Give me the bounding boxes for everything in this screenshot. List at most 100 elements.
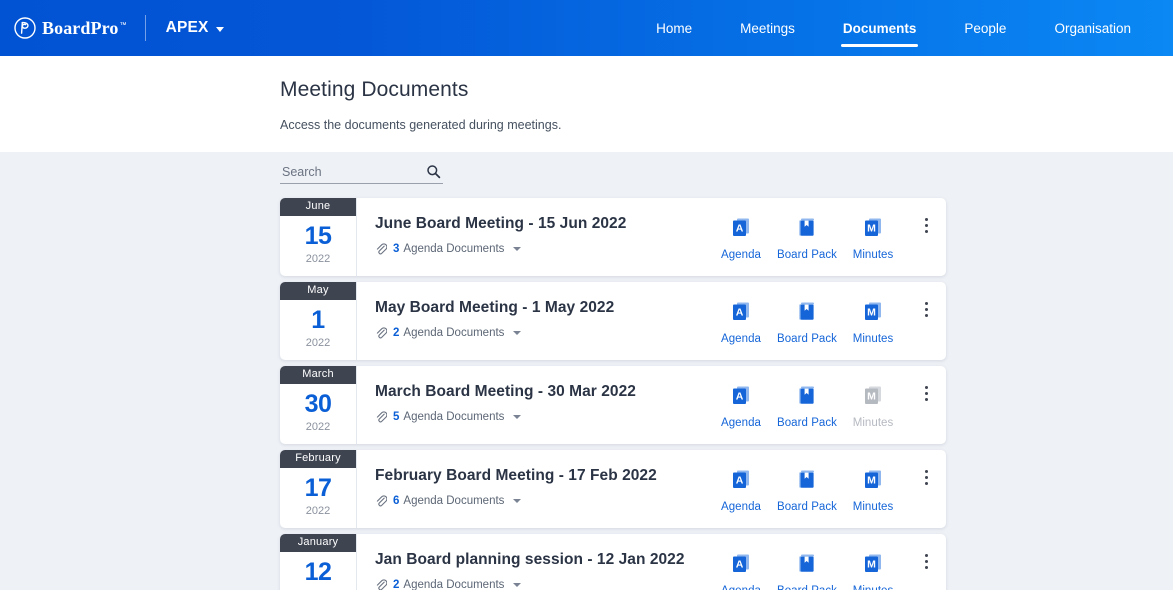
board-pack-document[interactable]: Board Pack <box>774 384 840 429</box>
agenda-documents-toggle[interactable]: 2 Agenda Documents <box>375 579 708 590</box>
meeting-date-badge: March 30 2022 <box>280 366 357 444</box>
more-options-button[interactable] <box>906 384 946 404</box>
minutes-document-label: Minutes <box>852 333 894 345</box>
agenda-documents-toggle[interactable]: 3 Agenda Documents <box>375 243 708 255</box>
agenda-documents-toggle[interactable]: 6 Agenda Documents <box>375 495 708 507</box>
agenda-document[interactable]: A Agenda <box>708 216 774 261</box>
meeting-info: May Board Meeting - 1 May 2022 2 Agenda Do… <box>357 282 708 360</box>
nav-links: Home Meetings Documents People Organisat… <box>632 0 1173 56</box>
brand-name: BoardPro™ <box>42 17 127 38</box>
minutes-document[interactable]: M Minutes <box>840 300 906 345</box>
paperclip-icon <box>375 495 388 507</box>
search-input[interactable] <box>280 165 410 180</box>
board-pack-document-icon <box>796 470 818 494</box>
meeting-date-badge: January122022 <box>280 534 357 590</box>
more-options-button[interactable] <box>906 300 946 320</box>
chevron-down-icon <box>215 26 224 32</box>
boardpro-logo-icon <box>14 17 36 39</box>
minutes-document-icon: M <box>862 386 884 410</box>
chevron-down-icon <box>513 499 522 503</box>
svg-text:M: M <box>867 306 876 318</box>
date-day: 12 <box>304 558 332 586</box>
svg-text:A: A <box>736 390 744 402</box>
meeting-cards-list: June 1 5 2022 June Board Meeting - 15 Jun 20… <box>280 184 946 590</box>
organisation-selector[interactable]: APEX <box>166 19 224 37</box>
agenda-document[interactable]: A Agenda <box>708 384 774 429</box>
date-year: 2022 <box>305 505 331 517</box>
chevron-down-icon <box>513 331 522 335</box>
board-pack-document[interactable]: Board Pack <box>774 216 840 261</box>
meeting-card[interactable]: June 15 2022 June Board Meeting - 15 Jun 20… <box>280 198 946 276</box>
meeting-title[interactable]: May Board Meeting - 1 May 2022 <box>375 299 708 317</box>
board-pack-document-label: Board Pack <box>777 417 837 429</box>
search-field[interactable] <box>280 165 443 184</box>
document-actions: AAgendaBoard Pack M Minutes <box>708 282 946 360</box>
date-month: January <box>280 534 356 552</box>
meeting-date-badge: February 17 2022 <box>280 450 357 528</box>
board-pack-document[interactable]: Board Pack <box>774 300 840 345</box>
agenda-documents-label: Agenda Documents <box>403 327 505 339</box>
brand-logo-group[interactable]: BoardPro™ <box>0 0 127 56</box>
kebab-menu-icon <box>924 470 928 488</box>
agenda-documents-label: Agenda Documents <box>403 495 505 507</box>
nav-item-label: People <box>964 20 1007 36</box>
agenda-document-label: Agenda <box>721 501 761 513</box>
agenda-document-icon: A <box>730 470 752 494</box>
more-options-button[interactable] <box>906 216 946 236</box>
board-pack-document[interactable]: Board Pack <box>774 552 840 590</box>
search-icon[interactable] <box>426 164 441 179</box>
meeting-title[interactable]: Jan Board planning session - 12 Jan 2022 <box>375 551 708 569</box>
organisation-name: APEX <box>165 19 209 36</box>
meeting-card[interactable]: May 1 2022 May Board Meeting - 1 May 2022 2 A… <box>280 282 946 360</box>
date-year: 2022 <box>305 253 331 265</box>
minutes-document-label: Minutes <box>852 249 894 261</box>
meeting-card[interactable]: February 17 2022 February Board Meeting - 1… <box>280 450 946 528</box>
meeting-info: February Board Meeting - 17 Feb 2022 6 Age… <box>357 450 708 528</box>
agenda-documents-toggle[interactable]: 2 Agenda Documents <box>375 327 708 339</box>
meeting-card[interactable]: January122022Jan Board planning session … <box>280 534 946 590</box>
date-month: March <box>280 366 356 384</box>
board-pack-document-label: Board Pack <box>774 585 840 590</box>
minutes-document[interactable]: M Minutes <box>840 216 906 261</box>
more-options-button[interactable] <box>906 468 946 488</box>
nav-item-documents[interactable]: Documents <box>819 0 941 56</box>
svg-text:A: A <box>736 474 744 486</box>
meeting-title[interactable]: March Board Meeting - 30 Mar 2022 <box>375 383 708 401</box>
minutes-document-label: Minutes <box>852 417 894 429</box>
agenda-documents-count: 5 <box>393 411 400 423</box>
document-actions: AAgendaBoard Pack M Minutes <box>708 534 946 590</box>
date-day: 30 <box>304 390 332 418</box>
svg-text:M: M <box>867 390 876 402</box>
meeting-card[interactable]: March 30 2022 March Board Meeting - 30 Mar … <box>280 366 946 444</box>
nav-item-home[interactable]: Home <box>632 0 716 56</box>
nav-item-organisation[interactable]: Organisation <box>1030 0 1155 56</box>
agenda-document[interactable]: A Agenda <box>708 552 774 590</box>
board-pack-document[interactable]: Board Pack <box>774 468 840 513</box>
agenda-documents-label: Agenda Documents <box>403 411 505 423</box>
nav-divider <box>144 15 146 41</box>
board-pack-document-label: Board Pack <box>777 501 837 513</box>
minutes-document-icon: M <box>862 554 884 578</box>
agenda-documents-toggle[interactable]: 5 Agenda Documents <box>375 411 708 423</box>
agenda-documents-count: 2 <box>393 579 400 590</box>
agenda-documents-count: 2 <box>393 327 400 339</box>
meeting-title[interactable]: February Board Meeting - 17 Feb 2022 <box>375 467 708 485</box>
nav-item-people[interactable]: People <box>940 0 1030 56</box>
minutes-document-label: Minutes <box>852 501 894 513</box>
agenda-document[interactable]: A Agenda <box>708 468 774 513</box>
meeting-info: Jan Board planning session - 12 Jan 2022… <box>357 534 708 590</box>
agenda-document-label: Agenda <box>708 585 774 590</box>
kebab-menu-icon <box>924 554 928 572</box>
more-options-button[interactable] <box>906 552 946 572</box>
nav-item-meetings[interactable]: Meetings <box>716 0 819 56</box>
minutes-document-label: Minutes <box>840 585 906 590</box>
minutes-document[interactable]: M Minutes <box>840 552 906 590</box>
document-actions: A Agenda Board PackMMinutes <box>708 450 946 528</box>
minutes-document: M Minutes <box>840 384 906 429</box>
date-day: 1 <box>311 306 325 334</box>
agenda-document[interactable]: A Agenda <box>708 300 774 345</box>
agenda-document-icon: A <box>730 218 752 242</box>
date-month: June <box>280 198 356 216</box>
minutes-document[interactable]: M Minutes <box>840 468 906 513</box>
meeting-title[interactable]: June Board Meeting - 15 Jun 2022 <box>375 215 708 233</box>
